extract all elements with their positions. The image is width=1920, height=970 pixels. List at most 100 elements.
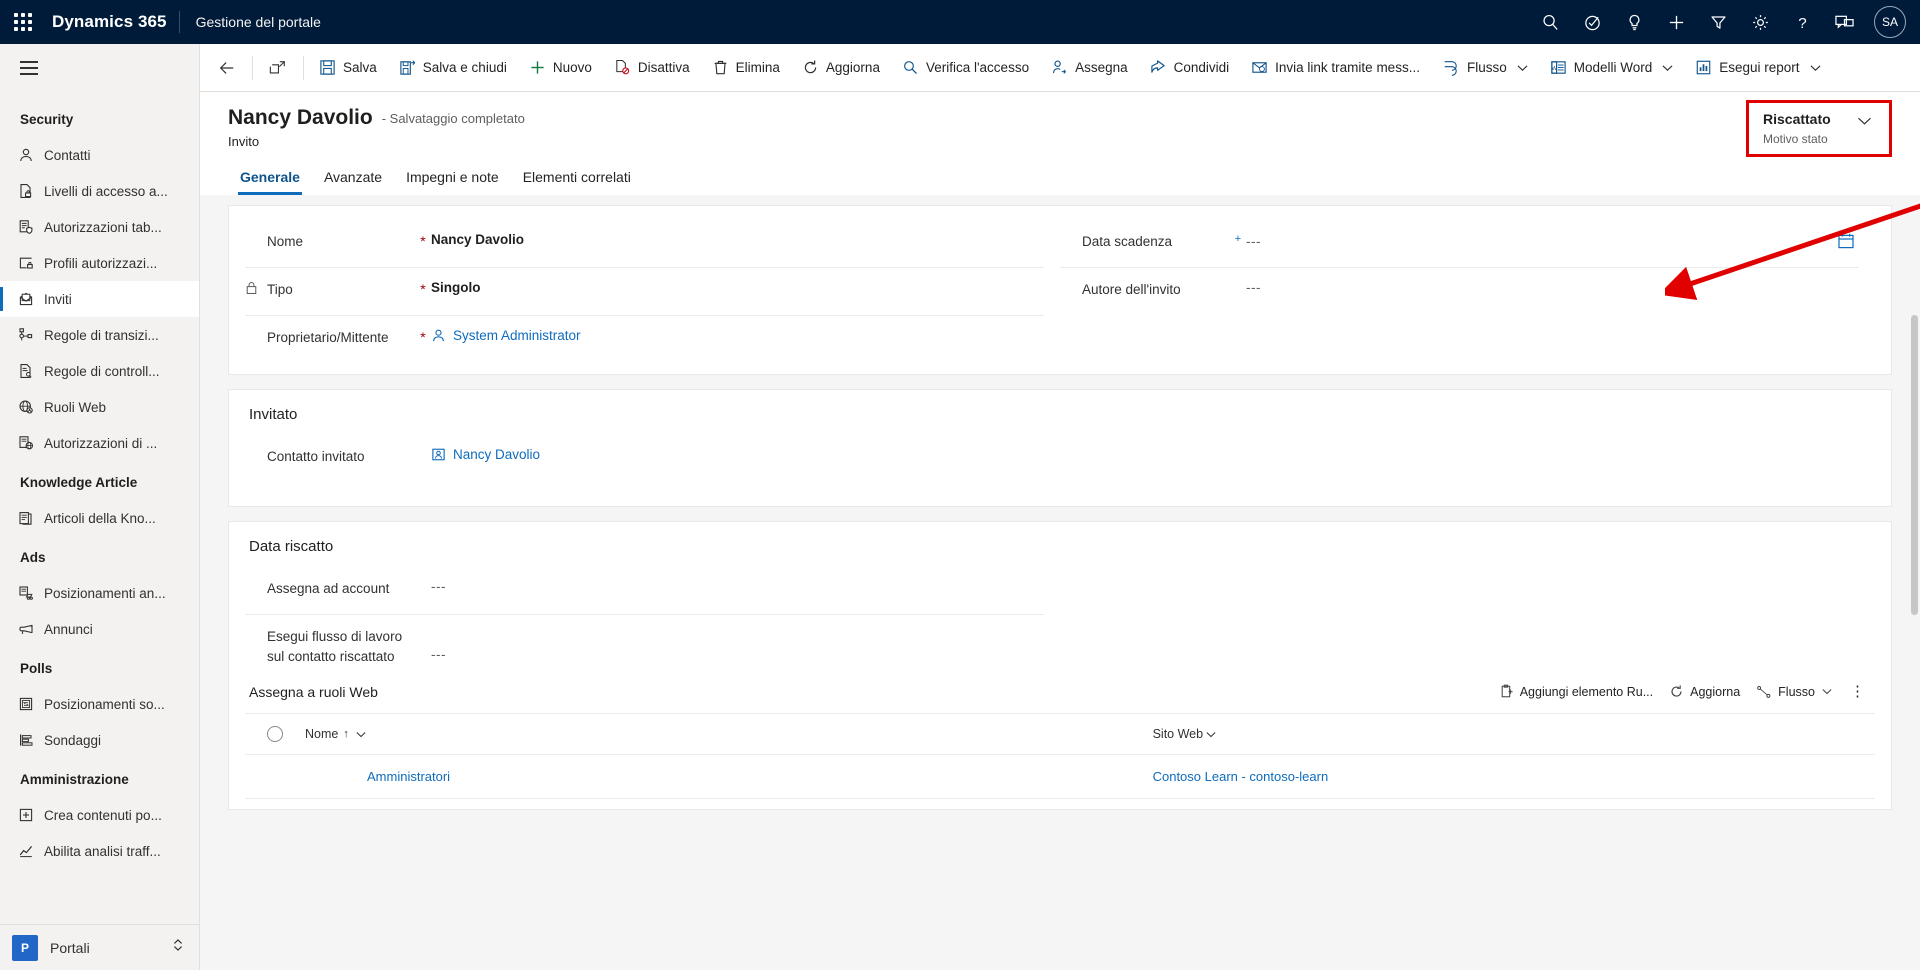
sidebar-item-posizionamenti-sondaggi[interactable]: Posizionamenti so... [0,686,199,722]
assign-button[interactable]: Assegna [1040,44,1139,91]
refresh-button[interactable]: Aggiorna [791,44,891,91]
tab-avanzate[interactable]: Avanzate [312,163,394,195]
lightbulb-icon[interactable] [1614,0,1654,44]
field-data-scadenza: Data scadenza + --- [1060,220,1859,269]
field-value-nome[interactable]: Nancy Davolio [431,232,1044,247]
sidebar-item-sondaggi[interactable]: Sondaggi [0,722,199,758]
hamburger-menu-icon[interactable] [0,44,199,92]
sidebar-item-articoli-knowledge[interactable]: Articoli della Kno... [0,500,199,536]
sidebar-item-inviti[interactable]: Inviti [0,281,199,317]
feedback-icon[interactable] [1824,0,1864,44]
sidebar-item-label: Inviti [44,291,72,307]
empty-value: --- [1246,280,1261,296]
chevron-down-icon[interactable] [1822,688,1832,695]
sidebar-group-title: Polls [20,661,53,676]
command-label: Aggiorna [825,60,880,75]
field-value-autore-invito[interactable]: --- [1246,280,1859,295]
web-roles-grid: Nome ↑ Sito Web Amministratori Contoso L… [245,714,1875,800]
sort-ascending-icon: ↑ [343,728,349,741]
column-header-sito-web[interactable]: Sito Web [1152,714,1875,756]
field-label: Autore dell'invito [1082,282,1181,298]
sidebar-item-livelli-accesso[interactable]: Livelli di accesso a... [0,173,199,209]
chevron-down-icon[interactable] [1810,64,1821,72]
content-scrollbar[interactable] [1911,195,1918,970]
required-marker: * [420,329,426,346]
field-value-proprietario[interactable]: System Administrator [431,328,1044,343]
calendar-icon[interactable] [1837,232,1859,250]
share-button[interactable]: Condividi [1139,44,1241,91]
deactivate-button[interactable]: Disattiva [603,44,701,91]
sidebar-item-regole-controllo[interactable]: Regole di controll... [0,353,199,389]
add-existing-record-button[interactable]: Aggiungi elemento Ru... [1491,680,1661,703]
sidebar-group-title: Ads [20,550,46,565]
field-value-data-scadenza[interactable]: --- [1246,232,1859,250]
back-arrow-icon[interactable] [206,44,248,91]
sidebar-item-label: Livelli di accesso a... [44,183,168,199]
svg-text:W: W [1551,66,1557,72]
main-area: Salva Salva e chiudi Nuovo Disattiva Eli… [200,44,1920,970]
sidebar-item-abilita-analisi[interactable]: Abilita analisi traff... [0,833,199,869]
command-label: Salva e chiudi [422,60,507,75]
subgrid-flow-button[interactable]: Flusso [1748,681,1840,703]
save-button[interactable]: Salva [308,44,388,91]
open-in-new-window-icon[interactable] [257,44,299,91]
empty-value: --- [431,647,446,663]
sidebar-item-posizionamenti-annunci[interactable]: Posizionamenti an... [0,575,199,611]
sidebar-item-label: Ruoli Web [44,399,107,415]
chevron-down-icon[interactable] [1662,64,1673,72]
sidebar-item-autorizzazioni-web[interactable]: Autorizzazioni di ... [0,425,199,461]
sidebar-item-profili-autorizzazioni[interactable]: Profili autorizzazi... [0,245,199,281]
field-value-esegui-flusso-lavoro[interactable]: --- [431,627,1044,662]
flow-button[interactable]: Flusso [1431,44,1539,91]
subgrid-refresh-button[interactable]: Aggiorna [1661,680,1748,703]
field-value-assegna-ad-account[interactable]: --- [431,579,1044,594]
sidebar-item-crea-contenuti[interactable]: Crea contenuti po... [0,797,199,833]
chevron-down-icon[interactable] [1517,64,1528,72]
select-all-circle-icon[interactable] [267,726,283,743]
sidebar-item-autorizzazioni-tabella[interactable]: Autorizzazioni tab... [0,209,199,245]
svg-text:?: ? [1798,15,1806,32]
field-value-tipo[interactable]: Singolo [431,280,1044,295]
field-value-contatto-invitato[interactable]: Nancy Davolio [431,447,1044,462]
table-row[interactable]: Amministratori Contoso Learn - contoso-l… [245,754,1875,800]
avatar[interactable]: SA [1874,6,1906,38]
delete-button[interactable]: Elimina [701,44,791,91]
select-all-header[interactable] [245,714,305,756]
save-and-close-button[interactable]: Salva e chiudi [388,44,518,91]
chevron-updown-icon[interactable] [171,937,185,958]
cell-sito-web[interactable]: Contoso Learn - contoso-learn [1152,754,1875,800]
record-header: Nancy Davolio - Salvataggio completato I… [200,92,1920,157]
tab-elementi-correlati[interactable]: Elementi correlati [511,163,643,195]
gear-icon[interactable] [1740,0,1780,44]
assistant-icon[interactable] [1572,0,1612,44]
tab-generale[interactable]: Generale [228,163,312,196]
chevron-down-icon[interactable] [1857,113,1872,131]
status-reason-selector[interactable]: Riscattato Motivo stato [1746,100,1892,157]
search-icon[interactable] [1530,0,1570,44]
column-header-nome[interactable]: Nome ↑ [305,714,1153,756]
more-vertical-icon[interactable]: ⋮ [1840,680,1875,703]
row-select-cell[interactable] [245,754,305,800]
new-button[interactable]: Nuovo [518,44,603,91]
chevron-down-icon[interactable] [356,731,366,738]
sidebar-item-ruoli-web[interactable]: Ruoli Web [0,389,199,425]
scrollbar-thumb[interactable] [1911,315,1918,616]
tab-impegni-e-note[interactable]: Impegni e note [394,163,511,195]
sidebar-nav-list: Security Contatti Livelli di accesso a..… [0,92,199,924]
send-link-by-email-button[interactable]: Invia link tramite mess... [1240,44,1431,91]
check-access-button[interactable]: Verifica l'accesso [891,44,1040,91]
sidebar-item-contatti[interactable]: Contatti [0,137,199,173]
help-icon[interactable]: ? [1782,0,1822,44]
sidebar-item-annunci[interactable]: Annunci [0,611,199,647]
sidebar-item-regole-transizione[interactable]: Regole di transizi... [0,317,199,353]
plus-icon[interactable] [1656,0,1696,44]
waffle-icon[interactable] [0,0,46,44]
invitato-left-column: Contatto invitato Nancy Davolio [245,435,1060,483]
area-switcher[interactable]: P Portali [0,924,199,970]
section-title-data-riscatto: Data riscatto [249,538,334,556]
run-report-button[interactable]: Esegui report [1684,44,1831,91]
cell-nome[interactable]: Amministratori [305,754,1153,800]
word-templates-button[interactable]: W Modelli Word [1539,44,1685,91]
filter-icon[interactable] [1698,0,1738,44]
chevron-down-icon[interactable] [1206,731,1216,738]
